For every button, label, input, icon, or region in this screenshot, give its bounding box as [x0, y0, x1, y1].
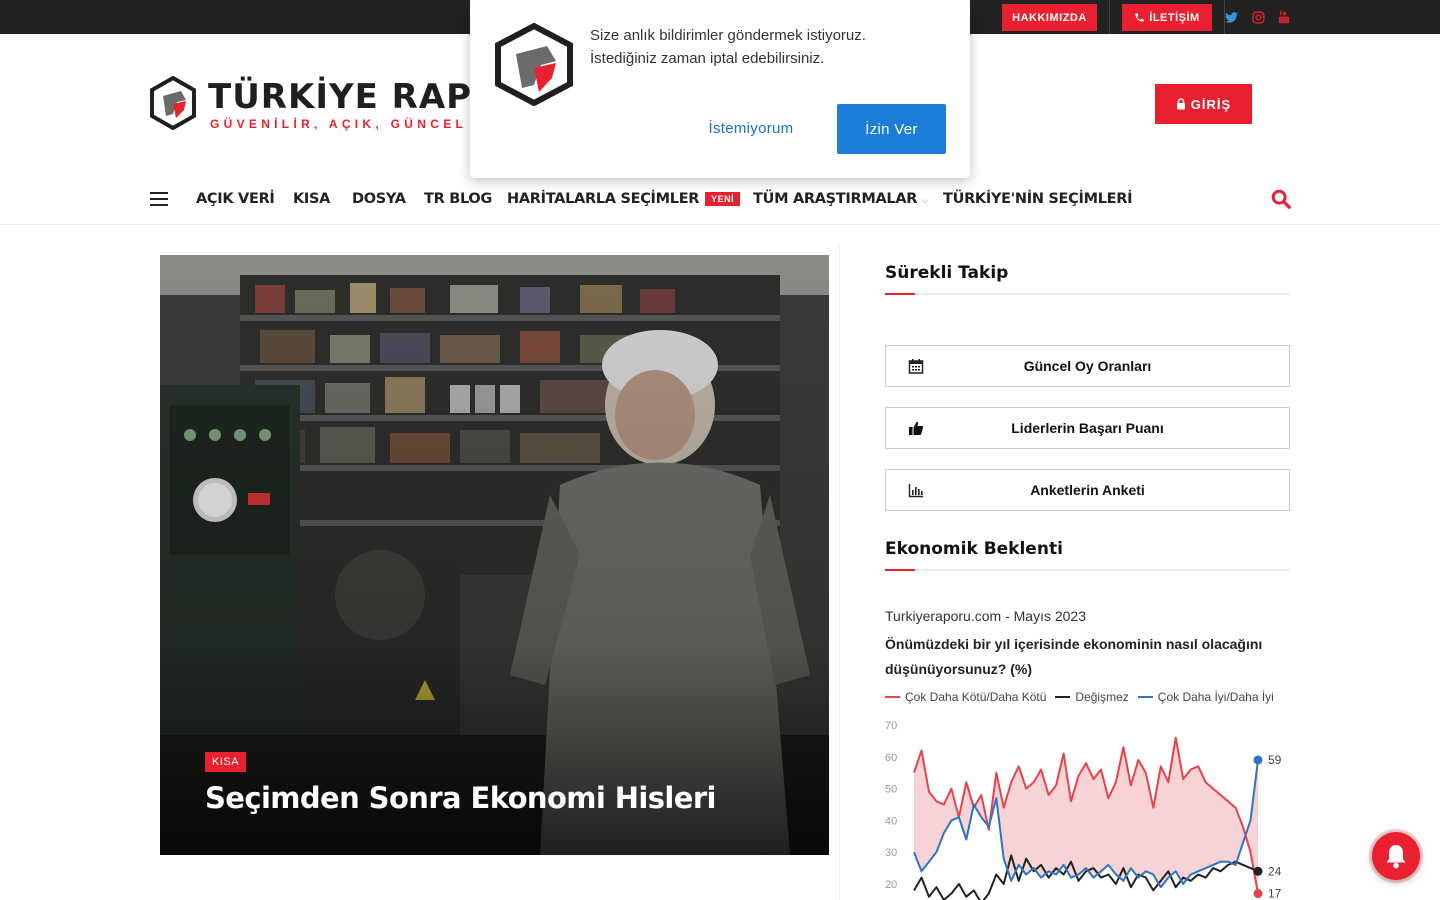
nav-item-dosya[interactable]: DOSYA [352, 191, 406, 207]
end-value-label: 59 [1268, 753, 1282, 767]
twitter-icon[interactable] [1223, 9, 1239, 25]
allow-notifications-button[interactable]: İzin Ver [837, 104, 946, 154]
economic-section-title: Ekonomik Beklenti [885, 539, 1063, 559]
main-nav: AÇIK VERİ KISA DOSYA TR BLOG HARİTALARLA… [0, 174, 1440, 225]
about-button[interactable]: HAKKIMIZDA [1002, 4, 1097, 31]
search-icon[interactable] [1270, 188, 1292, 210]
category-badge[interactable]: KISA [205, 752, 247, 772]
popup-message-line: Size anlık bildirimler göndermek istiyor… [590, 27, 866, 44]
instagram-icon[interactable] [1250, 9, 1266, 25]
end-point [1253, 755, 1263, 765]
nav-item-kisa[interactable]: KISA [293, 191, 330, 207]
legend-swatch [1137, 696, 1153, 698]
logo-icon[interactable] [148, 75, 198, 131]
y-tick-label: 60 [885, 752, 897, 764]
hero-image [160, 255, 829, 855]
site-tagline: GÜVENİLİR, AÇIK, GÜNCEL VE [210, 117, 500, 131]
legend-label: Çok Daha İyi/Daha İyi [1157, 690, 1274, 704]
section-underline [885, 293, 1290, 295]
hero-article[interactable]: KISA Seçimden Sonra Ekonomi Hisleri [160, 255, 829, 855]
current-vote-rates-button[interactable]: Güncel Oy Oranları [885, 345, 1290, 387]
bar-chart-icon [908, 484, 923, 498]
y-tick-label: 50 [885, 784, 897, 796]
y-tick-label: 20 [885, 879, 897, 891]
chart-title: Önümüzdeki bir yıl içerisinde ekonominin… [885, 636, 1263, 677]
chart-legend: Çok Daha Kötü/Daha Kötü Değişmez Çok Daha … [885, 689, 1274, 705]
nav-item-tr-blog[interactable]: TR BLOG [424, 191, 492, 207]
lock-icon [1176, 98, 1185, 110]
legend-swatch [1055, 696, 1071, 698]
legend-item: Çok Daha İyi/Daha İyi [1137, 689, 1274, 705]
y-tick-label: 40 [885, 815, 897, 827]
end-point [1253, 866, 1263, 876]
poll-of-polls-button[interactable]: Anketlerin Anketi [885, 469, 1290, 511]
chart-source: Turkiyeraporu.com - Mayıs 2023 [885, 608, 1086, 624]
phone-icon [1135, 13, 1144, 22]
end-value-label: 17 [1268, 887, 1282, 900]
contact-button[interactable]: İLETİŞİM [1122, 4, 1212, 31]
deny-notifications-button[interactable]: İstemiyorum [688, 108, 814, 148]
login-button[interactable]: GİRİŞ [1155, 84, 1252, 124]
calendar-icon [908, 359, 924, 374]
nav-item-turkiyenin-secimleri[interactable]: TÜRKİYE'NİN SEÇİMLERİ [943, 191, 1133, 207]
nav-item-label: HARİTALARLA SEÇİMLER [507, 191, 700, 207]
youtube-icon[interactable] [1276, 9, 1292, 25]
economic-expectation-chart: 70 60 50 40 30 20 59 24 17 [885, 720, 1282, 900]
legend-item: Değişmez [1055, 689, 1129, 705]
brand-logo-icon [492, 22, 576, 107]
hero-title[interactable]: Seçimden Sonra Ekonomi Hisleri [205, 781, 716, 815]
notification-permission-popup: Size anlık bildirimler göndermek istiyor… [470, 0, 970, 178]
legend-swatch [885, 696, 900, 698]
chevron-down-icon: ⌵ [921, 195, 929, 206]
end-point [1253, 889, 1263, 899]
popup-message: Size anlık bildirimler göndermek istiyor… [590, 24, 950, 70]
notification-bell-icon[interactable] [1372, 832, 1420, 880]
contact-label: İLETİŞİM [1149, 11, 1200, 24]
nav-item-acik-veri[interactable]: AÇIK VERİ [196, 191, 275, 207]
y-tick-label: 30 [885, 847, 897, 859]
topbar-divider [1109, 0, 1110, 34]
login-label: GİRİŞ [1190, 96, 1232, 112]
button-label: Liderlerin Başarı Puanı [1011, 420, 1164, 436]
legend-label: Çok Daha Kötü/Daha Kötü [905, 690, 1047, 704]
tracking-section-title: Sürekli Takip [885, 263, 1009, 283]
menu-icon[interactable] [150, 192, 168, 206]
new-badge: YENİ [705, 192, 741, 206]
thumbs-up-icon [909, 421, 924, 435]
button-label: Güncel Oy Oranları [1023, 358, 1152, 374]
end-value-label: 24 [1268, 864, 1282, 878]
button-label: Anketlerin Anketi [1030, 482, 1145, 498]
nav-item-haritalarla-secimler[interactable]: HARİTALARLA SEÇİMLER YENİ [507, 191, 741, 207]
nav-item-label: TÜM ARAŞTIRMALAR [753, 191, 918, 207]
popup-message-line: İstediğiniz zaman iptal edebilirsiniz. [590, 50, 825, 67]
gap-area [914, 737, 1258, 894]
section-underline [885, 569, 1290, 571]
leaders-success-score-button[interactable]: Liderlerin Başarı Puanı [885, 407, 1290, 449]
column-divider [839, 245, 840, 900]
legend-item: Çok Daha Kötü/Daha Kötü [885, 689, 1046, 705]
y-tick-label: 70 [885, 720, 897, 732]
legend-label: Değişmez [1075, 690, 1129, 704]
nav-item-tum-arastirmalar[interactable]: TÜM ARAŞTIRMALAR ⌵ [753, 191, 929, 207]
